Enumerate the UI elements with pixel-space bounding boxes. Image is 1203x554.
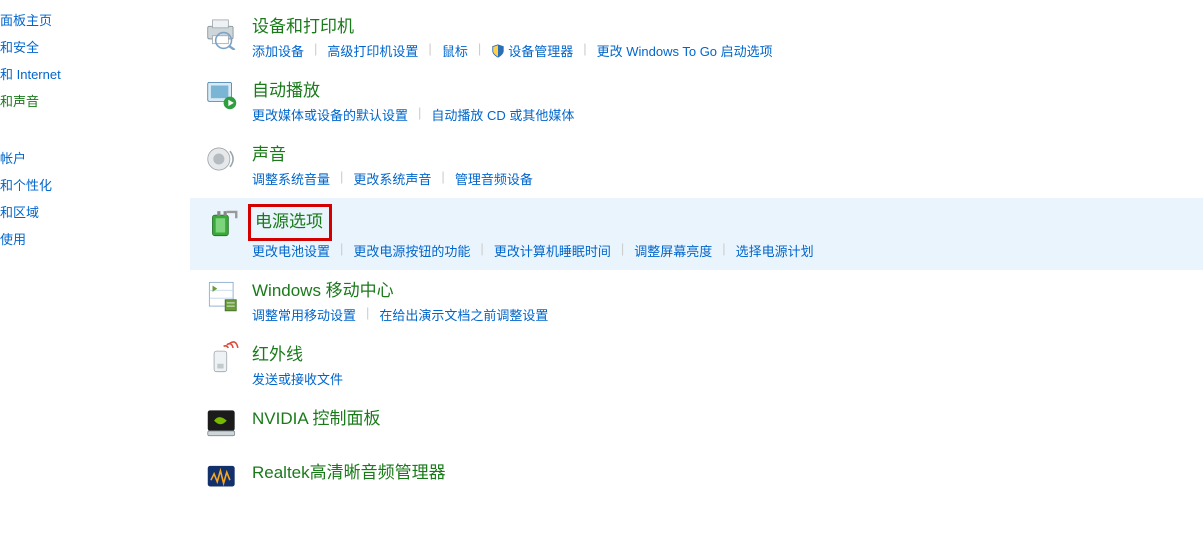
sound-icon [198,140,246,188]
sidebar-item-personalization[interactable]: 和个性化 [0,171,190,198]
shield-icon [491,44,505,58]
power-icon [198,204,246,260]
category-nvidia: NVIDIA 控制面板 [190,398,1203,452]
sidebar-item-sound[interactable]: 和声音 [0,87,190,114]
nvidia-icon [198,404,246,442]
link-advanced-printer[interactable]: 高级打印机设置 [327,41,418,60]
realtek-icon [198,458,246,496]
sidebar-group-1: 面板主页 和安全 和 Internet 和声音 [0,6,190,114]
link-battery-settings[interactable]: 更改电池设置 [252,241,330,260]
category-sound: 声音 调整系统音量| 更改系统声音| 管理音频设备 [190,134,1203,198]
category-title-devices[interactable]: 设备和打印机 [252,12,354,41]
sidebar-item-home[interactable]: 面板主页 [0,6,190,33]
link-device-manager[interactable]: 设备管理器 [491,41,573,60]
main-panel: 设备和打印机 添加设备| 高级打印机设置| 鼠标| 设备管理器| 更改 Wind… [190,0,1203,554]
sidebar-item-region[interactable]: 和区域 [0,198,190,225]
sidebar-item-use[interactable]: 使用 [0,225,190,252]
link-system-volume[interactable]: 调整系统音量 [252,169,330,188]
category-title-infrared[interactable]: 红外线 [252,340,303,369]
category-mobility-center: Windows 移动中心 调整常用移动设置| 在给出演示文档之前调整设置 [190,270,1203,334]
category-title-autoplay[interactable]: 自动播放 [252,76,320,105]
autoplay-icon [198,76,246,124]
link-system-sounds[interactable]: 更改系统声音 [353,169,431,188]
sidebar-item-accounts[interactable]: 帐户 [0,144,190,171]
infrared-icon [198,340,246,388]
category-title-mobility[interactable]: Windows 移动中心 [252,276,394,305]
link-power-plan[interactable]: 选择电源计划 [736,241,814,260]
category-title-nvidia[interactable]: NVIDIA 控制面板 [252,404,380,433]
link-power-button[interactable]: 更改电源按钮的功能 [353,241,470,260]
sidebar-item-internet[interactable]: 和 Internet [0,60,190,87]
link-audio-devices[interactable]: 管理音频设备 [455,169,533,188]
link-brightness[interactable]: 调整屏幕亮度 [634,241,712,260]
category-autoplay: 自动播放 更改媒体或设备的默认设置| 自动播放 CD 或其他媒体 [190,70,1203,134]
highlight-box: 电源选项 [248,204,332,241]
sidebar-item-security[interactable]: 和安全 [0,33,190,60]
category-realtek: Realtek高清晰音频管理器 [190,452,1203,506]
category-title-realtek[interactable]: Realtek高清晰音频管理器 [252,458,446,487]
sidebar-group-2: 帐户 和个性化 和区域 使用 [0,144,190,252]
category-title-power[interactable]: 电源选项 [255,207,323,236]
link-default-media[interactable]: 更改媒体或设备的默认设置 [252,105,408,124]
printer-icon [198,12,246,60]
link-mouse[interactable]: 鼠标 [442,41,468,60]
mobility-icon [198,276,246,324]
link-mobility-settings[interactable]: 调整常用移动设置 [252,305,356,324]
link-presentation-settings[interactable]: 在给出演示文档之前调整设置 [379,305,548,324]
category-power-options: 电源选项 更改电池设置| 更改电源按钮的功能| 更改计算机睡眠时间| 调整屏幕亮… [190,198,1203,270]
category-infrared: 红外线 发送或接收文件 [190,334,1203,398]
link-send-receive[interactable]: 发送或接收文件 [252,369,343,388]
link-add-device[interactable]: 添加设备 [252,41,304,60]
link-windows-to-go[interactable]: 更改 Windows To Go 启动选项 [597,41,773,60]
link-autoplay-cd[interactable]: 自动播放 CD 或其他媒体 [431,105,574,124]
category-title-sound[interactable]: 声音 [252,140,286,169]
sidebar-nav: 面板主页 和安全 和 Internet 和声音 帐户 和个性化 和区域 使用 [0,0,190,554]
category-devices-printers: 设备和打印机 添加设备| 高级打印机设置| 鼠标| 设备管理器| 更改 Wind… [190,6,1203,70]
link-sleep-time[interactable]: 更改计算机睡眠时间 [494,241,611,260]
